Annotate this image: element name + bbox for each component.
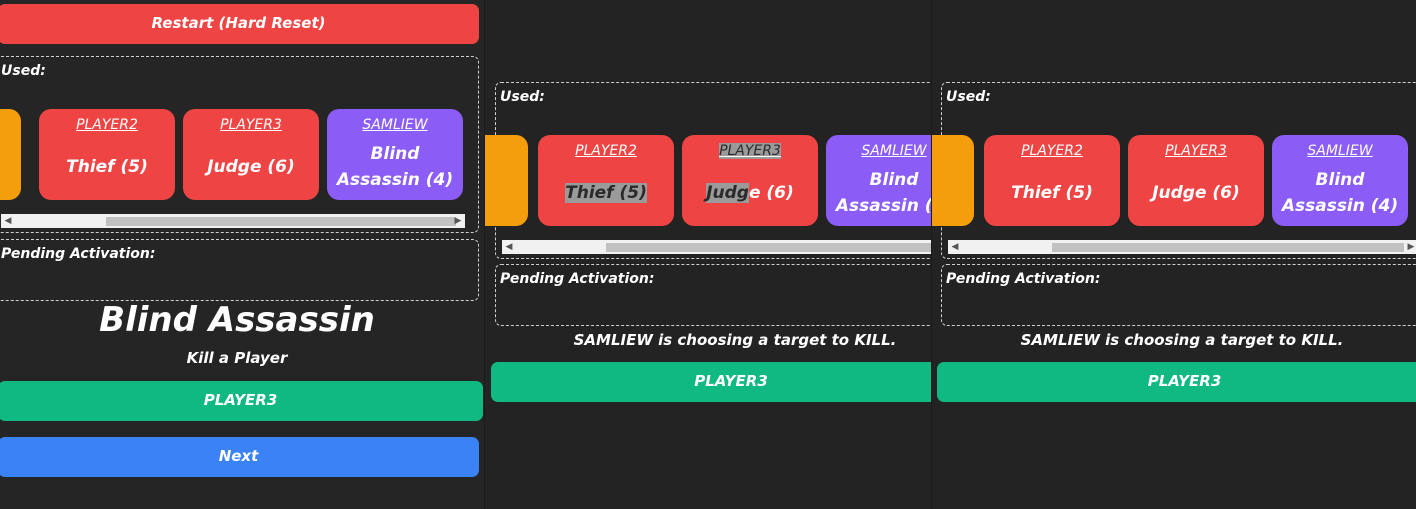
scroll-left-icon[interactable]: ◀	[948, 240, 962, 254]
role-card[interactable]	[932, 135, 974, 226]
next-button[interactable]: Next	[0, 437, 479, 477]
card-role-name: Thief (5)	[1011, 183, 1093, 203]
card-role-name: Thief (5)	[66, 157, 148, 177]
scrollbar-thumb[interactable]	[106, 217, 456, 226]
used-section: Used: PLAYER2 Thief (5) PLAYER3 Judge (6…	[932, 82, 1416, 259]
role-card[interactable]: PLAYER2 Thief (5)	[538, 135, 674, 226]
used-label: Used:	[946, 89, 991, 105]
horizontal-scrollbar[interactable]: ◀ ▶	[1, 214, 465, 228]
status-message: SAMLIEW is choosing a target to KILL.	[573, 331, 897, 349]
card-player-name: PLAYER3	[719, 143, 781, 159]
role-card[interactable]: SAMLIEW Blind Assassin (4)	[327, 109, 463, 200]
horizontal-scrollbar[interactable]: ◀	[502, 240, 931, 254]
scroll-right-icon[interactable]: ▶	[1404, 240, 1416, 254]
pending-section: Pending Activation:	[941, 264, 1416, 326]
game-panel-1: Restart (Hard Reset) Used: PLAYER2 Thief…	[0, 0, 484, 509]
pending-label: Pending Activation:	[1, 246, 156, 262]
role-subtitle: Kill a Player	[186, 349, 288, 367]
pending-label: Pending Activation:	[946, 271, 1101, 287]
used-label: Used:	[500, 89, 545, 105]
card-player-name: PLAYER2	[575, 143, 637, 159]
used-section: Used: PLAYER2 Thief (5) PLAYER3 Judge (6…	[0, 56, 479, 233]
scroll-left-icon[interactable]: ◀	[1, 214, 15, 228]
role-title: Blind Assassin	[99, 300, 375, 340]
card-player-name: PLAYER2	[1021, 143, 1083, 159]
role-card[interactable]: SAMLIEW Blind Assassin (4)	[826, 135, 931, 226]
card-player-name: SAMLIEW	[362, 117, 428, 133]
card-player-name: SAMLIEW	[1307, 143, 1373, 159]
card-player-name: PLAYER2	[76, 117, 138, 133]
game-panel-3: Used: PLAYER2 Thief (5) PLAYER3 Judge (6…	[931, 0, 1416, 509]
card-role-name: Blind Assassin (4)	[336, 144, 454, 190]
card-role-name-rest: e (6)	[748, 183, 794, 203]
pending-section: Pending Activation:	[0, 239, 479, 301]
scroll-left-icon[interactable]: ◀	[502, 240, 516, 254]
card-role-name: Blind Assassin (4)	[835, 170, 931, 216]
pending-section: Pending Activation:	[495, 264, 931, 326]
scrollbar-thumb[interactable]	[1052, 243, 1404, 252]
card-role-name: Judge (6)	[207, 157, 295, 177]
used-label: Used:	[1, 63, 46, 79]
target-player-button[interactable]: PLAYER3	[937, 362, 1416, 402]
card-player-name: PLAYER3	[1165, 143, 1227, 159]
game-panel-2: Used: PLAYER2 Thief (5) PLAYER3 Judge (6…	[484, 0, 931, 509]
target-player-button[interactable]: PLAYER3	[0, 381, 483, 421]
role-card[interactable]: PLAYER2 Thief (5)	[984, 135, 1120, 226]
role-card[interactable]: PLAYER3 Judge (6)	[682, 135, 818, 226]
card-player-name: PLAYER3	[220, 117, 282, 133]
scroll-right-icon[interactable]: ▶	[451, 214, 465, 228]
target-player-button[interactable]: PLAYER3	[491, 362, 931, 402]
card-player-name: SAMLIEW	[861, 143, 927, 159]
pending-label: Pending Activation:	[500, 271, 655, 287]
card-role-name: Blind Assassin (4)	[1281, 170, 1399, 216]
status-message: SAMLIEW is choosing a target to KILL.	[1020, 331, 1344, 349]
role-card[interactable]: SAMLIEW Blind Assassin (4)	[1272, 135, 1408, 226]
card-role-name-selected: Judg	[706, 183, 749, 203]
role-card[interactable]	[0, 109, 21, 200]
role-card[interactable]	[485, 135, 528, 226]
scrollbar-thumb[interactable]	[606, 243, 931, 252]
used-section: Used: PLAYER2 Thief (5) PLAYER3 Judge (6…	[485, 82, 931, 259]
restart-button[interactable]: Restart (Hard Reset)	[0, 4, 479, 44]
role-card[interactable]: PLAYER3 Judge (6)	[183, 109, 319, 200]
role-card[interactable]: PLAYER3 Judge (6)	[1128, 135, 1264, 226]
horizontal-scrollbar[interactable]: ◀ ▶	[948, 240, 1416, 254]
role-card[interactable]: PLAYER2 Thief (5)	[39, 109, 175, 200]
card-role-name: Thief (5)	[565, 183, 647, 203]
card-role-name: Judge (6)	[1152, 183, 1240, 203]
